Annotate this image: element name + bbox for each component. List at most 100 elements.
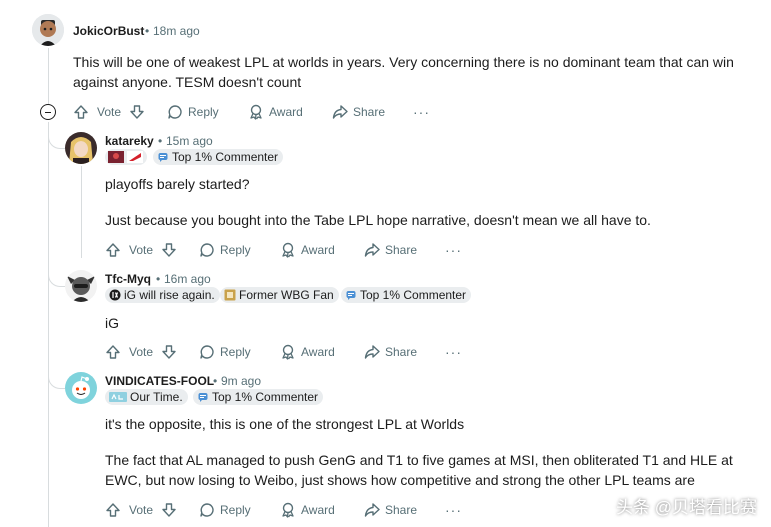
downvote-icon[interactable] [161,502,177,518]
chat-bubble-icon [167,104,183,120]
flair-portrait-icon [108,151,124,163]
downvote-icon[interactable] [161,344,177,360]
award-button[interactable]: Award [280,344,335,360]
thread-connector [48,132,65,149]
award-label: Award [301,503,335,517]
chat-bubble-icon [199,502,215,518]
username[interactable]: Tfc-Myq [105,272,151,286]
award-button[interactable]: Award [280,242,335,258]
avatar[interactable] [65,372,97,404]
vote-label: Vote [129,345,154,359]
character-avatar-icon [65,270,97,302]
share-button[interactable]: Share [364,242,417,258]
badge-label: Top 1% Commenter [212,390,319,404]
reply-label: Reply [220,345,251,359]
share-button[interactable]: Share [364,502,417,518]
comment-time: 16m ago [164,272,211,286]
comment-time: 18m ago [153,24,200,38]
award-icon [280,502,296,518]
upvote-icon[interactable] [73,104,89,120]
badge-label: iG will rise again. [124,288,215,302]
award-icon [280,344,296,360]
award-label: Award [301,345,335,359]
flair-emoji-badge [105,149,147,165]
downvote-icon[interactable] [161,242,177,258]
separator-dot: • [145,24,150,38]
more-options-button[interactable]: ··· [413,104,430,120]
separator-dot: • [213,374,218,388]
vote-group: Vote [73,104,145,120]
thread-line-main [48,48,49,104]
minus-icon [45,112,51,113]
award-button[interactable]: Award [280,502,335,518]
vote-group: Vote [105,242,177,258]
upvote-icon[interactable] [105,344,121,360]
comment-body-line: Just because you bought into the Tabe LP… [105,212,651,228]
watermark-text: 头条 @贝塔看比赛 [616,498,757,517]
award-button[interactable]: Award [248,104,303,120]
top-commenter-badge: Top 1% Commenter [153,149,284,165]
badge-label: Top 1% Commenter [360,288,467,302]
reply-button[interactable]: Reply [199,502,251,518]
share-label: Share [385,243,418,257]
award-icon [280,242,296,258]
share-label: Share [353,105,386,119]
reply-button[interactable]: Reply [199,242,251,258]
comment-body-line: The fact that AL managed to push GenG an… [105,452,733,468]
badge-label: Top 1% Commenter [172,150,279,164]
thread-line-replies [48,122,49,527]
share-icon [364,502,380,518]
avatar[interactable] [32,14,64,46]
share-icon [364,242,380,258]
more-options-button[interactable]: ··· [445,344,462,360]
share-button[interactable]: Share [364,344,417,360]
more-options-button[interactable]: ··· [445,242,462,258]
ig-team-logo-icon [109,289,121,301]
flair-badge: iG will rise again. [105,287,220,303]
collapse-thread-button[interactable] [40,104,56,120]
al-team-logo-icon [109,392,127,402]
more-options-button[interactable]: ··· [445,502,462,518]
username[interactable]: VINDICATES-FOOL [105,374,214,388]
comment-body-line: playoffs barely started? [105,176,250,192]
comment-time: 15m ago [166,134,213,148]
vote-group: Vote [105,502,177,518]
comment-time: 9m ago [221,374,262,388]
avatar[interactable] [65,132,97,164]
username[interactable]: katareky [105,134,154,148]
badge-label: Our Time. [130,390,183,404]
flair-badge: Former WBG Fan [220,287,339,303]
share-icon [364,344,380,360]
top-commenter-icon [346,291,356,300]
wbg-team-logo-icon [224,289,236,301]
award-icon [248,104,264,120]
badge-label: Former WBG Fan [239,288,334,302]
top-commenter-icon [198,393,208,402]
comment-body-line: EWC, but now losing to Weibo, just shows… [105,472,695,488]
reply-button[interactable]: Reply [199,344,251,360]
thread-connector [48,270,65,287]
snoo-avatar-icon [32,14,64,46]
top-commenter-badge: Top 1% Commenter [341,287,472,303]
share-button[interactable]: Share [332,104,385,120]
upvote-icon[interactable] [105,502,121,518]
reply-label: Reply [220,243,251,257]
comment-body-line: it's the opposite, this is one of the st… [105,416,465,432]
share-icon [332,104,348,120]
avatar[interactable] [65,270,97,302]
top-commenter-badge: Top 1% Commenter [193,389,324,405]
chat-bubble-icon [199,242,215,258]
flair-badge: Our Time. [105,389,188,405]
reply-label: Reply [188,105,219,119]
comment-body-line: This will be one of weakest LPL at world… [73,54,734,70]
anime-avatar-icon [65,132,97,164]
upvote-icon[interactable] [105,242,121,258]
username[interactable]: JokicOrBust [73,24,144,38]
chat-bubble-icon [199,344,215,360]
separator-dot: • [156,272,161,286]
vote-label: Vote [129,243,154,257]
reply-button[interactable]: Reply [167,104,219,120]
vote-label: Vote [129,503,154,517]
downvote-icon[interactable] [129,104,145,120]
separator-dot: • [158,134,163,148]
